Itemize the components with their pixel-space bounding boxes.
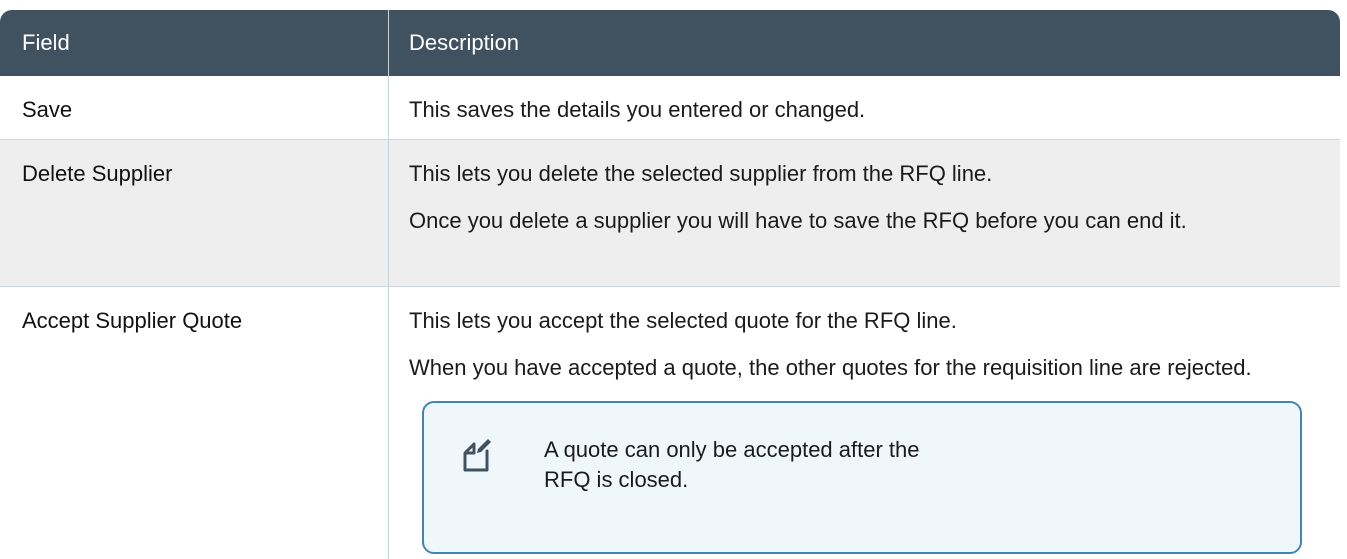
field-description: This saves the details you entered or ch… xyxy=(388,76,1340,139)
table-header: Field Description xyxy=(0,10,1340,76)
table-row: Save This saves the details you entered … xyxy=(0,76,1340,139)
table-row: Delete Supplier This lets you delete the… xyxy=(0,140,1340,286)
header-description: Description xyxy=(388,10,1340,76)
note-edit-icon xyxy=(463,439,491,472)
field-description: This lets you delete the selected suppli… xyxy=(388,140,1340,286)
description-text: Once you delete a supplier you will have… xyxy=(409,208,1187,233)
note-callout: A quote can only be accepted after the R… xyxy=(422,401,1302,554)
field-name: Delete Supplier xyxy=(22,161,173,186)
note-text: A quote can only be accepted after the R… xyxy=(544,437,920,492)
field-name: Accept Supplier Quote xyxy=(22,308,243,333)
header-field: Field xyxy=(22,30,70,55)
description-text: When you have accepted a quote, the othe… xyxy=(409,355,1252,380)
description-text: This lets you accept the selected quote … xyxy=(409,308,957,333)
description-text: This saves the details you entered or ch… xyxy=(409,97,866,122)
description-text: This lets you delete the selected suppli… xyxy=(409,161,993,186)
field-name: Save xyxy=(22,97,73,122)
